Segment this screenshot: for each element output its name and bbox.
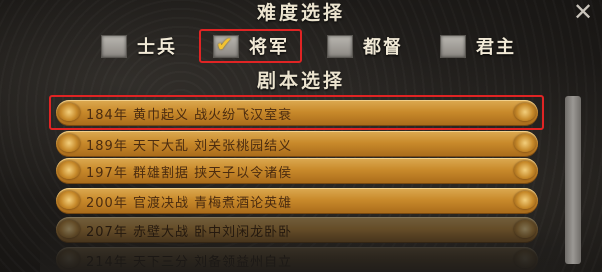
scenario-label: 184年 黄巾起义 战火纷飞汉室衰 xyxy=(86,108,293,123)
scenario-label: 189年 天下大乱 刘关张桃园结义 xyxy=(86,139,293,154)
scenario-label: 207年 赤壁大战 卧中刘闲龙卧卧 xyxy=(86,225,293,240)
difficulty-label: 士兵 xyxy=(137,37,177,58)
difficulty-option-soldier[interactable]: 士兵 xyxy=(101,34,177,58)
difficulty-option-general[interactable]: ✔ 将军 xyxy=(213,31,289,58)
scrollbar[interactable] xyxy=(565,96,581,264)
scenario-item-184[interactable]: 184年 黄巾起义 战火纷飞汉室衰 xyxy=(56,100,538,126)
difficulty-option-commander[interactable]: 都督 xyxy=(327,34,403,58)
difficulty-option-lord[interactable]: 君主 xyxy=(440,34,516,58)
difficulty-title: 难度选择 xyxy=(256,2,345,24)
checkmark-icon: ✔ xyxy=(216,31,233,56)
checkbox[interactable] xyxy=(440,34,466,58)
scenario-item-214[interactable]: 214年 天下三分 刘备领益州自立 xyxy=(56,247,538,272)
close-button[interactable]: ✕ xyxy=(570,0,596,24)
scenario-item-200[interactable]: 200年 官渡决战 青梅煮酒论英雄 xyxy=(56,188,538,214)
close-icon: ✕ xyxy=(572,0,594,26)
scenario-item-207[interactable]: 207年 赤壁大战 卧中刘闲龙卧卧 xyxy=(56,217,538,243)
checkbox[interactable] xyxy=(101,34,127,58)
scenario-label: 197年 群雄割据 挟天子以令诸侯 xyxy=(86,166,293,181)
difficulty-label: 都督 xyxy=(363,37,403,58)
difficulty-options: 士兵 ✔ 将军 都督 君主 xyxy=(0,32,602,60)
difficulty-label: 君主 xyxy=(476,37,516,58)
scenario-item-189[interactable]: 189年 天下大乱 刘关张桃园结义 xyxy=(56,131,538,157)
checkbox[interactable] xyxy=(327,34,353,58)
scenario-list[interactable]: 184年 黄巾起义 战火纷飞汉室衰 189年 天下大乱 刘关张桃园结义 197年… xyxy=(56,96,538,272)
scenario-label: 214年 天下三分 刘备领益州自立 xyxy=(86,255,293,270)
checkbox[interactable]: ✔ xyxy=(213,31,239,58)
difficulty-label: 将军 xyxy=(249,37,289,58)
script-title: 剧本选择 xyxy=(256,70,345,92)
scenario-label: 200年 官渡决战 青梅煮酒论英雄 xyxy=(86,196,293,211)
scenario-item-197[interactable]: 197年 群雄割据 挟天子以令诸侯 xyxy=(56,158,538,184)
